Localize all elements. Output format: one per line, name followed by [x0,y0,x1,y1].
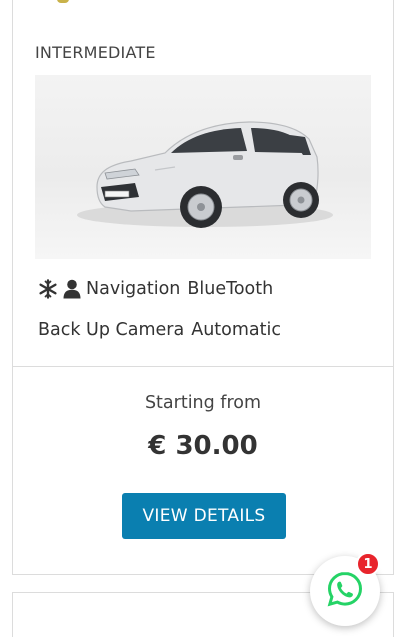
feature-navigation: Navigation [86,279,181,299]
vehicle-category: INTERMEDIATE [35,43,156,62]
snowflake-icon [38,279,58,299]
feature-bluetooth: BlueTooth [187,279,274,299]
features-row-1: Navigation BlueTooth [38,279,280,299]
notification-badge: 1 [356,552,380,576]
car-photo[interactable] [35,75,371,259]
price-value: € 30.00 [148,431,258,461]
logo-fragment-icon [57,0,69,3]
features-row-2: Back Up Camera Automatic [38,320,288,340]
person-icon [63,279,81,299]
feature-automatic: Automatic [191,320,281,340]
vehicle-card: INTERMEDIATE Navigation BlueTooth Back U… [12,0,394,575]
feature-backup-camera: Back Up Camera [38,320,185,340]
vehicle-card-info: INTERMEDIATE Navigation BlueTooth Back U… [13,0,393,367]
whatsapp-icon [326,570,364,612]
car-photo-icon [77,121,333,228]
page: INTERMEDIATE Navigation BlueTooth Back U… [0,0,400,637]
starting-from-label: Starting from [144,393,262,413]
vehicle-card-pricing: Starting from € 30.00 VIEW DETAILS [13,367,393,574]
view-details-button[interactable]: VIEW DETAILS [122,493,286,539]
